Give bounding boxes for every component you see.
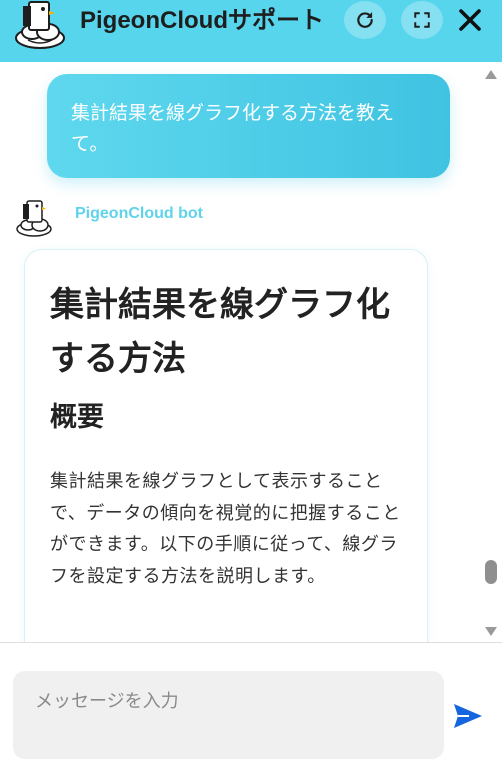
bot-message-heading: 集計結果を線グラフ化する方法: [50, 285, 390, 379]
bot-name-label: PigeonCloud bot: [75, 205, 203, 222]
header-title: PigeonCloudサポート: [80, 7, 324, 34]
scroll-down-arrow-icon[interactable]: [485, 627, 497, 636]
user-message-bubble: 集計結果を線グラフ化する方法を教えて。: [47, 74, 450, 178]
chat-message-area[interactable]: 集計結果を線グラフ化する方法を教えて。 PigeonCloud bot 集計結果…: [0, 62, 480, 642]
refresh-button[interactable]: [344, 1, 386, 39]
bot-message-subheading: 概要: [50, 402, 104, 433]
close-icon: [459, 9, 481, 31]
scrollbar-thumb[interactable]: [485, 560, 497, 584]
scroll-up-arrow-icon[interactable]: [485, 70, 497, 79]
chat-header: PigeonCloudサポート: [0, 0, 502, 62]
send-button[interactable]: [452, 700, 484, 732]
user-message-text: 集計結果を線グラフ化する方法を教えて。: [71, 102, 395, 155]
expand-button[interactable]: [401, 1, 443, 39]
chat-scrollbar[interactable]: [480, 62, 502, 642]
message-input[interactable]: [13, 671, 444, 759]
expand-icon: [414, 12, 430, 28]
send-icon: [454, 704, 482, 728]
pigeon-bot-avatar-icon: [14, 198, 54, 238]
refresh-icon: [357, 12, 373, 28]
pigeon-cloud-logo-icon: [12, 0, 68, 50]
bot-message-paragraph: 集計結果を線グラフとして表示することで、データの傾向を視覚的に把握することができ…: [50, 471, 401, 587]
message-input-area: [0, 642, 502, 777]
close-button[interactable]: [453, 4, 487, 36]
bot-message-card: 集計結果を線グラフ化する方法 概要 集計結果を線グラフとして表示することで、デー…: [24, 249, 428, 642]
